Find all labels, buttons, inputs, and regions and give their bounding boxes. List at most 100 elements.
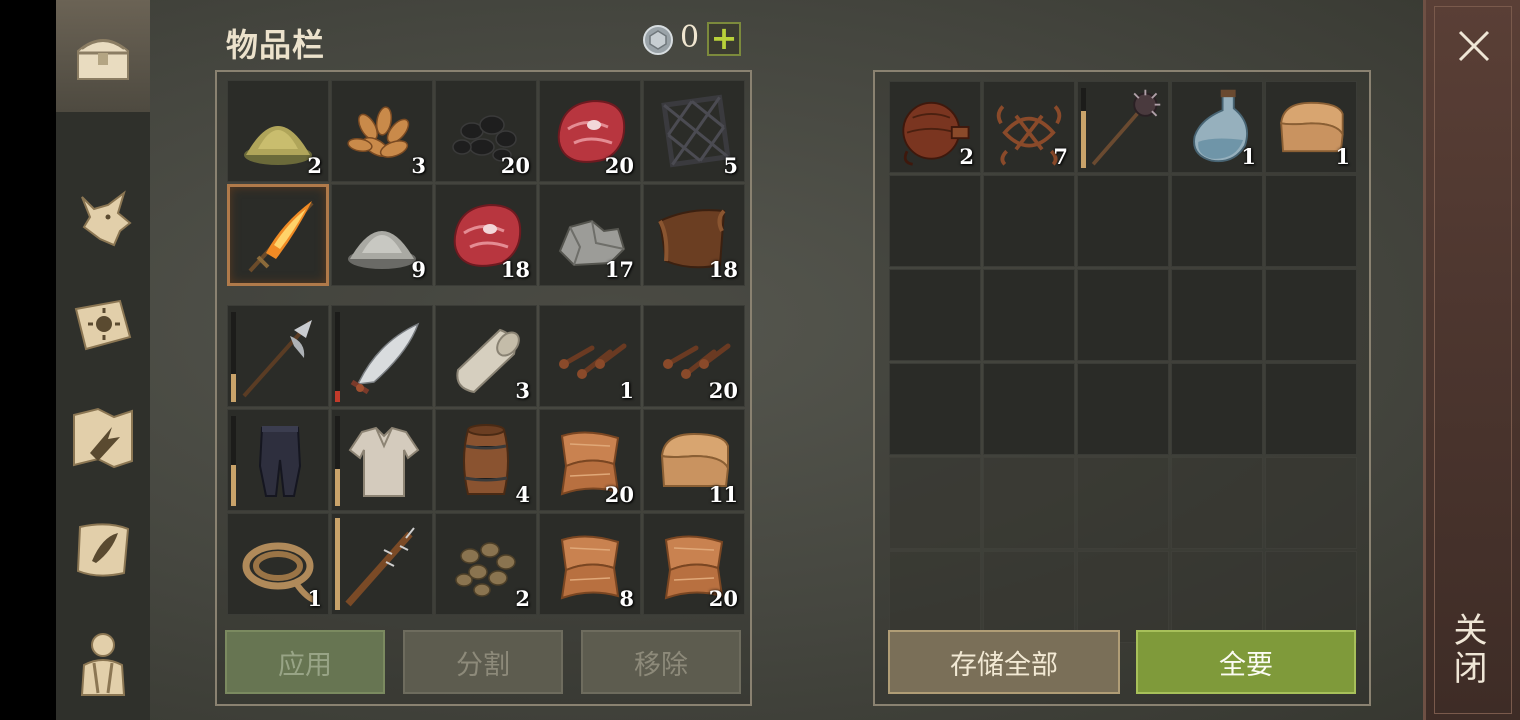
character-icon — [80, 633, 126, 696]
empty-slot[interactable] — [1171, 363, 1263, 455]
tab-character[interactable] — [56, 612, 150, 712]
empty-slot[interactable] — [1077, 457, 1169, 549]
apply-button[interactable]: 应用 — [225, 630, 385, 694]
store-all-button[interactable]: 存储全部 — [888, 630, 1120, 694]
inventory-slot[interactable]: 5 — [643, 80, 745, 182]
category-sidebar — [56, 0, 150, 720]
empty-slot[interactable] — [1077, 363, 1169, 455]
chest-icon — [77, 39, 129, 80]
item-quantity: 1 — [1335, 144, 1350, 169]
flaming-sword-icon — [248, 201, 314, 273]
empty-slot[interactable] — [1077, 175, 1169, 267]
empty-slot[interactable] — [1171, 269, 1263, 361]
item-quantity: 20 — [708, 378, 738, 403]
inventory-slot[interactable]: 18 — [435, 184, 537, 286]
inventory-slot[interactable]: 1 — [1171, 81, 1263, 173]
empty-slot[interactable] — [1265, 363, 1357, 455]
inventory-slot[interactable]: 1 — [227, 513, 329, 615]
pants-icon — [258, 426, 302, 497]
inventory-slot[interactable]: 7 — [983, 81, 1075, 173]
item-quantity: 20 — [500, 153, 530, 178]
empty-slot[interactable] — [983, 269, 1075, 361]
take-all-button[interactable]: 全要 — [1136, 630, 1356, 694]
item-quantity: 20 — [708, 586, 738, 611]
coin-icon — [643, 25, 673, 55]
shirt-icon — [348, 426, 420, 497]
item-quantity: 20 — [604, 482, 634, 507]
item-quantity: 4 — [515, 482, 530, 507]
inventory-slot[interactable] — [331, 305, 433, 407]
split-button[interactable]: 分割 — [403, 630, 563, 694]
item-quantity: 20 — [604, 153, 634, 178]
add-coins-button[interactable]: + — [707, 22, 741, 56]
inventory-slot[interactable] — [331, 513, 433, 615]
item-quantity: 1 — [307, 586, 322, 611]
scimitar-icon — [350, 322, 420, 395]
item-quantity: 3 — [411, 153, 426, 178]
item-quantity: 18 — [708, 257, 738, 282]
item-quantity: 18 — [500, 257, 530, 282]
inventory-slot[interactable]: 18 — [643, 184, 745, 286]
empty-slot[interactable] — [983, 363, 1075, 455]
item-quantity: 17 — [604, 257, 634, 282]
empty-slot[interactable] — [1171, 175, 1263, 267]
tab-map[interactable] — [56, 388, 150, 488]
sun-book-icon — [74, 299, 132, 351]
inventory-slot[interactable]: 1 — [539, 305, 641, 407]
inventory-slot[interactable]: 2 — [435, 513, 537, 615]
empty-slot[interactable] — [1171, 457, 1263, 549]
empty-slot[interactable] — [889, 269, 981, 361]
inventory-slot[interactable]: 20 — [435, 80, 537, 182]
empty-slot[interactable] — [1077, 269, 1169, 361]
inventory-slot[interactable]: 17 — [539, 184, 641, 286]
mace-icon — [1091, 89, 1161, 166]
empty-slot[interactable] — [1265, 269, 1357, 361]
coin-count: 0 — [680, 20, 700, 55]
inventory-slot[interactable]: 20 — [643, 513, 745, 615]
inventory-slot[interactable]: 1 — [1265, 81, 1357, 173]
item-quantity: 1 — [619, 378, 634, 403]
inventory-slot[interactable]: 3 — [435, 305, 537, 407]
scroll-quill-icon — [76, 523, 130, 577]
close-label[interactable]: 关闭 — [1447, 612, 1492, 688]
close-icon[interactable] — [1452, 24, 1496, 68]
inventory-slot[interactable] — [331, 409, 433, 511]
remove-button[interactable]: 移除 — [581, 630, 741, 694]
inventory-slot[interactable]: 11 — [643, 409, 745, 511]
inventory-slot[interactable]: 2 — [227, 80, 329, 182]
item-quantity: 2 — [307, 153, 322, 178]
inventory-slot[interactable] — [1077, 81, 1169, 173]
inventory-slot[interactable]: 20 — [539, 80, 641, 182]
empty-slot[interactable] — [983, 175, 1075, 267]
inventory-slot[interactable]: 2 — [889, 81, 981, 173]
empty-slot[interactable] — [889, 363, 981, 455]
empty-slot[interactable] — [983, 457, 1075, 549]
item-quantity: 8 — [619, 586, 634, 611]
empty-slot[interactable] — [1265, 175, 1357, 267]
inventory-slot[interactable] — [227, 184, 329, 286]
inventory-slot[interactable]: 20 — [539, 409, 641, 511]
inventory-title: 物品栏 — [226, 26, 326, 64]
inventory-slot[interactable]: 8 — [539, 513, 641, 615]
inventory-slot[interactable]: 4 — [435, 409, 537, 511]
inventory-slot[interactable]: 20 — [643, 305, 745, 407]
item-quantity: 1 — [1241, 144, 1256, 169]
item-quantity: 11 — [708, 482, 738, 507]
empty-slot[interactable] — [889, 457, 981, 549]
inventory-slot[interactable]: 9 — [331, 184, 433, 286]
tab-animals[interactable] — [56, 168, 150, 268]
halberd-icon — [242, 320, 312, 398]
wolf-icon — [81, 190, 132, 247]
tab-chest[interactable] — [56, 0, 150, 112]
inventory-slot[interactable] — [227, 409, 329, 511]
item-quantity: 2 — [515, 586, 530, 611]
item-quantity: 3 — [515, 378, 530, 403]
inventory-slot[interactable]: 3 — [331, 80, 433, 182]
tab-quests[interactable] — [56, 500, 150, 600]
game-screen: 物品栏 0 + 2 3 20 20 5 9 18 17 18 3 1 20 4 20 11 1 2 8 20 应用 … — [0, 0, 1520, 720]
inventory-slot[interactable] — [227, 305, 329, 407]
empty-slot[interactable] — [1265, 457, 1357, 549]
tab-recipes[interactable] — [56, 276, 150, 376]
empty-slot[interactable] — [889, 175, 981, 267]
screen-edge — [0, 0, 56, 720]
